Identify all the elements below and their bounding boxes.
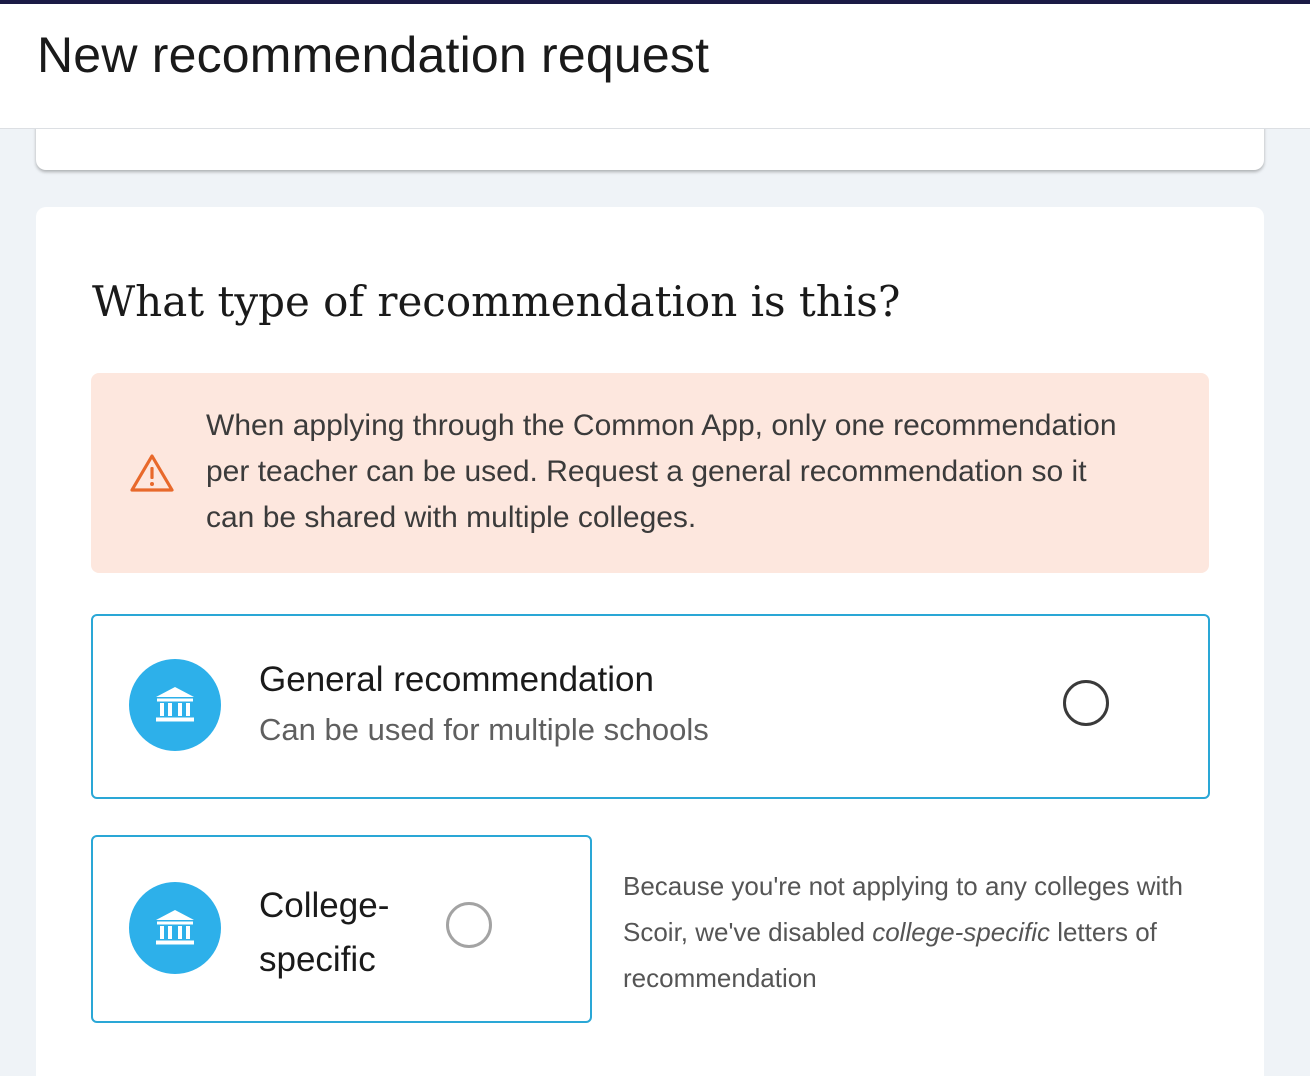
recommendation-type-card: What type of recommendation is this? Whe… [36,207,1264,1076]
college-specific-option[interactable]: College-specific [91,835,592,1023]
college-specific-radio[interactable] [446,902,492,948]
college-specific-disabled-note: Because you're not applying to any colle… [623,863,1193,1001]
general-recommendation-radio[interactable] [1063,680,1109,726]
question-heading: What type of recommendation is this? [92,277,901,326]
warning-icon [130,454,174,492]
institution-icon [129,659,221,751]
warning-text: When applying through the Common App, on… [206,409,1117,534]
general-recommendation-option[interactable]: General recommendation Can be used for m… [91,614,1210,799]
college-specific-title: College-specific [259,886,390,979]
institution-icon [129,882,221,974]
page-header: New recommendation request [0,4,1310,129]
general-recommendation-subtitle: Can be used for multiple schools [259,712,709,747]
general-recommendation-title: General recommendation [259,660,654,699]
page-title: New recommendation request [37,27,710,83]
page-viewport: New recommendation request What type of … [0,4,1310,1076]
warning-banner: When applying through the Common App, on… [91,373,1209,573]
disabled-note-emphasis: college-specific [872,917,1050,947]
